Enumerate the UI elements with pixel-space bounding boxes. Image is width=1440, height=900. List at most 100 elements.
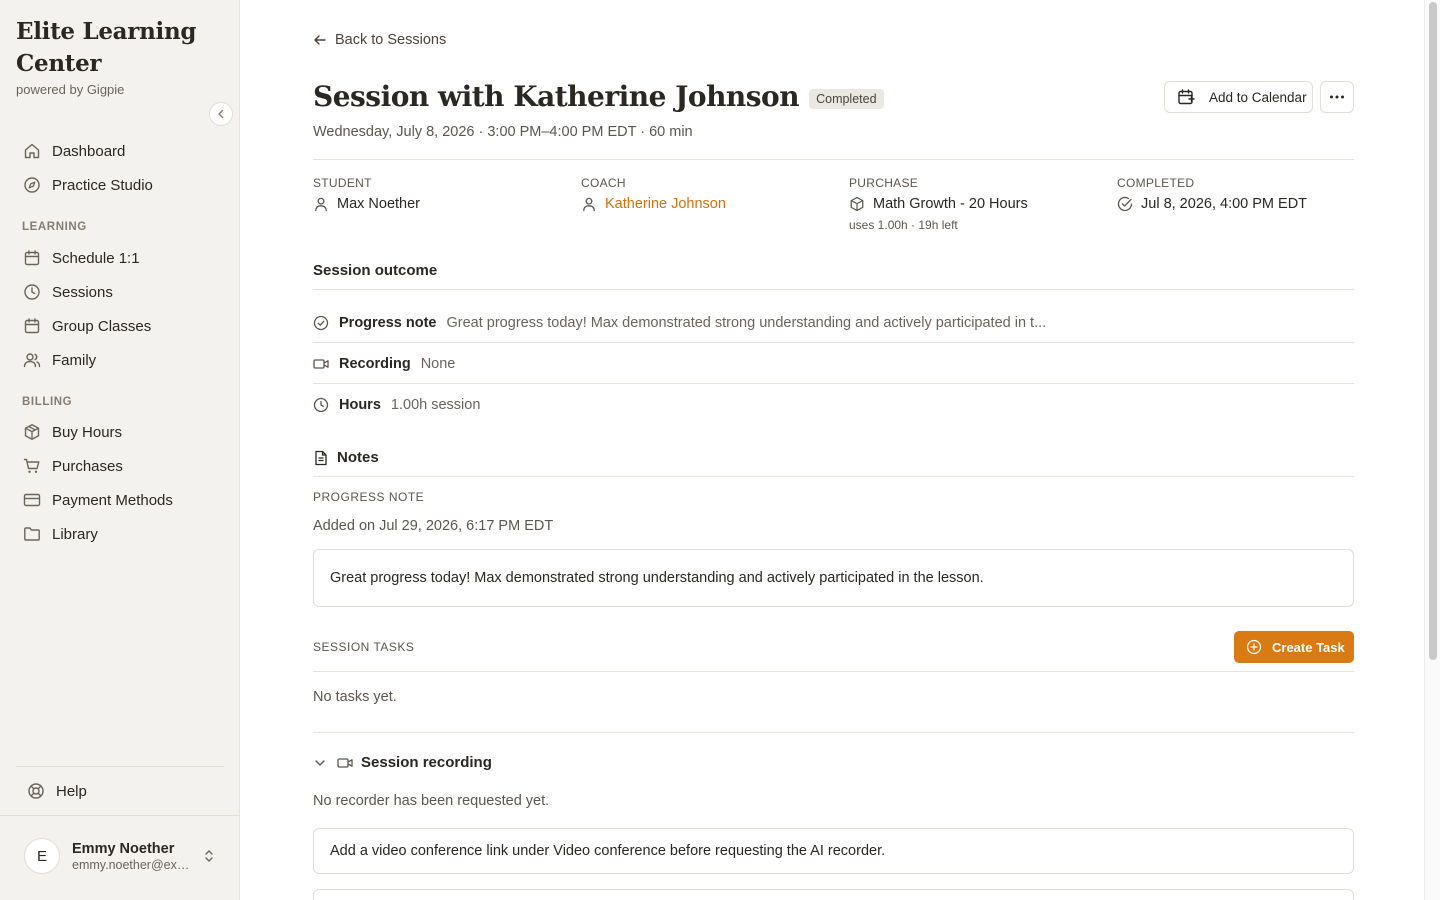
scrollbar[interactable]	[1424, 0, 1440, 900]
more-options-button[interactable]	[1320, 81, 1354, 113]
divider	[313, 476, 1354, 477]
create-task-label: Create Task	[1272, 639, 1345, 655]
session-recording-title: Session recording	[361, 754, 492, 771]
chevron-down-icon	[315, 759, 325, 766]
completed-time: Jul 8, 2026, 4:00 PM EDT	[1141, 196, 1308, 212]
sidebar-item-label: Purchases	[52, 457, 123, 475]
brand-title: Elite Learning Center	[16, 18, 197, 77]
sidebar-divider	[16, 766, 224, 767]
sidebar-item-label: Sessions	[52, 283, 113, 301]
more-horizontal-icon	[1330, 95, 1344, 99]
sidebar-item-sessions[interactable]: Sessions	[16, 276, 224, 308]
tasks-empty-text: No tasks yet.	[313, 689, 397, 705]
brand: Elite Learning Center powered by Gigpie	[16, 16, 216, 97]
recording-next-box	[313, 889, 1354, 900]
cart-icon	[22, 456, 42, 476]
notes-title: Notes	[337, 449, 379, 466]
divider	[313, 732, 1354, 733]
sidebar-item-label: Payment Methods	[52, 491, 173, 509]
outcome-recording: Recording None	[313, 343, 1354, 384]
divider	[313, 289, 1354, 290]
folder-icon	[22, 524, 42, 544]
video-icon	[313, 356, 331, 372]
recording-empty-text: No recorder has been requested yet.	[313, 793, 550, 809]
meta-purchase: PURCHASE Math Growth - 20 Hours uses 1.0…	[849, 176, 1028, 232]
outcome-label: Progress note	[339, 314, 437, 331]
sidebar-item-dashboard[interactable]: Dashboard	[16, 135, 224, 167]
back-link-label: Back to Sessions	[335, 32, 447, 48]
meta-label: PURCHASE	[849, 176, 919, 190]
student-name: Max Noether	[337, 196, 421, 212]
sidebar-item-payment-methods[interactable]: Payment Methods	[16, 484, 224, 516]
add-to-calendar-label: Add to Calendar	[1209, 89, 1307, 105]
sidebar-item-practice-studio[interactable]: Practice Studio	[16, 169, 224, 201]
meta-value: Jul 8, 2026, 4:00 PM EDT	[1117, 196, 1307, 212]
compass-icon	[22, 175, 42, 195]
scrollbar-thumb[interactable]	[1429, 2, 1437, 660]
sidebar-item-label: Practice Studio	[52, 176, 153, 194]
outcome-hours: Hours 1.00h session	[313, 384, 1354, 425]
sidebar-section-learning: LEARNING	[22, 221, 87, 233]
file-text-icon	[315, 450, 327, 465]
collapse-sidebar-button[interactable]	[209, 102, 233, 126]
avatar: E	[24, 838, 60, 874]
check-circle-icon	[313, 315, 331, 331]
coach-name: Katherine Johnson	[605, 196, 726, 212]
package-icon	[22, 422, 42, 442]
calendar-icon	[22, 248, 42, 268]
coach-link[interactable]: Katherine Johnson	[581, 196, 726, 212]
user-name: Emmy Noether	[72, 840, 175, 857]
outcome-value: 1.00h session	[390, 396, 481, 413]
sidebar-item-purchases[interactable]: Purchases	[16, 450, 224, 482]
sidebar-item-label: Schedule 1:1	[52, 249, 140, 267]
purchase-name: Math Growth - 20 Hours	[873, 196, 1028, 212]
meta-student: STUDENT Max Noether	[313, 176, 420, 212]
user-info: Emmy Noether emmy.noether@example.com	[72, 841, 190, 872]
create-task-button[interactable]: Create Task	[1234, 631, 1354, 663]
sidebar-item-schedule[interactable]: Schedule 1:1	[16, 242, 224, 274]
title-row: Session with Katherine Johnson Completed	[313, 80, 884, 113]
add-to-calendar-button[interactable]: Add to Calendar	[1164, 81, 1313, 113]
sidebar-item-label: Dashboard	[52, 142, 126, 160]
session-recording-toggle[interactable]: Session recording	[313, 754, 492, 771]
note-added-time: Added on Jul 29, 2026, 6:17 PM EDT	[313, 518, 554, 534]
brand-subtitle: powered by Gigpie	[16, 82, 125, 97]
meta-label: COMPLETED	[1117, 176, 1195, 190]
sidebar-item-label: Group Classes	[52, 317, 152, 335]
sidebar-item-group-classes[interactable]: Group Classes	[16, 310, 224, 342]
divider	[313, 671, 1354, 672]
user-icon	[315, 197, 327, 212]
back-to-sessions-link[interactable]: Back to Sessions	[313, 32, 446, 48]
sidebar-item-family[interactable]: Family	[16, 344, 224, 376]
outcome-label: Hours	[339, 396, 381, 413]
sidebar-item-library[interactable]: Library	[16, 518, 224, 550]
purchase-usage: uses 1.00h · 19h left	[849, 218, 958, 232]
user-email: emmy.noether@example.com	[72, 857, 190, 872]
page-title: Session with Katherine Johnson	[313, 80, 800, 113]
user-menu[interactable]: E Emmy Noether emmy.noether@example.com	[24, 838, 224, 874]
calendar-plus-icon	[1178, 89, 1195, 105]
progress-note-box: Great progress today! Max demonstrated s…	[313, 549, 1354, 607]
meta-label: COACH	[581, 176, 626, 190]
session-tasks-heading: SESSION TASKS	[313, 640, 415, 654]
outcome-progress-note: Progress note Great progress today! Max …	[313, 302, 1354, 343]
meta-coach: COACH Katherine Johnson	[581, 176, 726, 212]
package-icon	[850, 196, 864, 212]
notes-heading: Notes	[313, 449, 379, 466]
progress-note-heading: PROGRESS NOTE	[313, 490, 425, 504]
recording-hint-box: Add a video conference link under Video …	[313, 828, 1354, 874]
user-icon	[583, 197, 595, 212]
meta-label: STUDENT	[313, 176, 372, 190]
sidebar-item-label: Help	[56, 782, 87, 800]
sidebar-section-billing: BILLING	[22, 396, 73, 408]
video-icon	[337, 757, 353, 768]
meta-value: Math Growth - 20 Hours	[849, 196, 1028, 212]
outcome-value: None	[420, 355, 456, 372]
sidebar-item-label: Library	[52, 525, 98, 543]
sidebar-item-help[interactable]: Help	[20, 775, 228, 807]
meta-value: Max Noether	[313, 196, 420, 212]
outcome-label: Recording	[339, 355, 411, 372]
plus-circle-icon	[1246, 639, 1262, 655]
sidebar-item-buy-hours[interactable]: Buy Hours	[16, 416, 224, 448]
progress-note-text: Great progress today! Max demonstrated s…	[330, 570, 984, 586]
